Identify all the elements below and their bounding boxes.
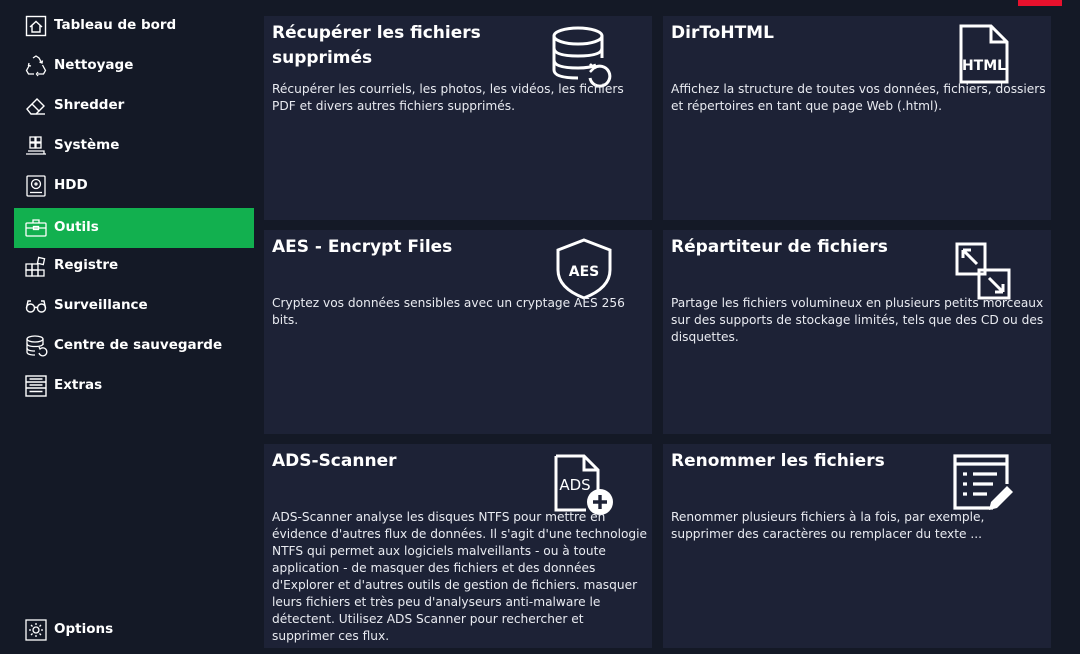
- tool-title: ADS-Scanner: [272, 451, 397, 471]
- tool-description: ADS-Scanner analyse les disques NTFS pou…: [272, 510, 648, 643]
- sidebar-item-label: HDD: [54, 177, 88, 193]
- toolbox-icon: [24, 216, 48, 240]
- backup-icon: [24, 334, 48, 358]
- sidebar-item-options[interactable]: Options: [14, 610, 254, 650]
- sidebar-item-label: Registre: [54, 257, 119, 273]
- eraser-icon: [24, 94, 48, 118]
- sidebar-item-label: Nettoyage: [54, 57, 134, 73]
- gear-icon: [24, 618, 48, 642]
- sidebar-item-outils[interactable]: Outils: [14, 208, 254, 248]
- tool-title: Répartiteur de fichiers: [671, 237, 888, 257]
- tool-card-recover-files[interactable]: Récupérer les fichiers supprimés Récupér…: [264, 16, 652, 220]
- aes-shield-icon: AES: [552, 236, 616, 300]
- sidebar-item-shredder[interactable]: Shredder: [14, 86, 254, 126]
- sidebar-item-extras[interactable]: Extras: [14, 366, 254, 406]
- tool-description: Affichez la structure de toutes vos donn…: [671, 82, 1046, 113]
- sidebar-item-label: Outils: [54, 219, 99, 235]
- tool-card-ads-scanner[interactable]: ADS-Scanner ADS ADS-Scanner analyse les …: [264, 444, 652, 648]
- tool-title: DirToHTML: [671, 23, 774, 43]
- window-close-accent[interactable]: [1018, 0, 1062, 6]
- sidebar-item-label: Système: [54, 137, 120, 153]
- sidebar: Tableau de bord Nettoyage Shredder Systè…: [14, 6, 254, 654]
- sidebar-item-label: Tableau de bord: [54, 17, 177, 33]
- sidebar-item-label: Surveillance: [54, 297, 148, 313]
- tool-description: Récupérer les courriels, les photos, les…: [272, 82, 624, 113]
- tool-description: Renommer plusieurs fichiers à la fois, p…: [671, 510, 985, 541]
- database-restore-icon: [550, 24, 614, 88]
- hdd-icon: [24, 174, 48, 198]
- tool-title: Renommer les fichiers: [671, 451, 885, 471]
- sidebar-item-surveillance[interactable]: Surveillance: [14, 286, 254, 326]
- registry-icon: [24, 254, 48, 278]
- sidebar-item-label: Shredder: [54, 97, 125, 113]
- sidebar-item-label: Centre de sauvegarde: [54, 337, 223, 353]
- sidebar-item-label: Extras: [54, 377, 103, 393]
- tool-description: Cryptez vos données sensibles avec un cr…: [272, 296, 625, 327]
- html-file-icon: HTML: [951, 22, 1015, 86]
- html-icon-text: HTML: [962, 58, 1006, 74]
- tool-card-file-splitter[interactable]: Répartiteur de fichiers Partage les fich…: [663, 230, 1051, 434]
- tool-card-dirtohtml[interactable]: DirToHTML HTML Affichez la structure de …: [663, 16, 1051, 220]
- tool-title: AES - Encrypt Files: [272, 237, 453, 257]
- rename-list-icon: [949, 452, 1013, 516]
- sidebar-item-systeme[interactable]: Système: [14, 126, 254, 166]
- sidebar-item-registre[interactable]: Registre: [14, 246, 254, 286]
- tool-title: Récupérer les fichiers supprimés: [272, 23, 481, 68]
- tool-card-rename-files[interactable]: Renommer les fichiers Renommer plusieurs…: [663, 444, 1051, 648]
- sidebar-item-centre-de-sauvegarde[interactable]: Centre de sauvegarde: [14, 326, 254, 366]
- sidebar-item-nettoyage[interactable]: Nettoyage: [14, 46, 254, 86]
- sidebar-item-label: Options: [54, 621, 114, 637]
- home-icon: [24, 14, 48, 38]
- extras-list-icon: [24, 374, 48, 398]
- sidebar-item-tableau-de-bord[interactable]: Tableau de bord: [14, 6, 254, 46]
- tool-description: Partage les fichiers volumineux en plusi…: [671, 296, 1044, 344]
- windows-icon: [24, 134, 48, 158]
- ads-file-add-icon: ADS: [550, 452, 614, 516]
- aes-icon-text: AES: [569, 264, 599, 280]
- recycle-icon: [24, 54, 48, 78]
- glasses-icon: [24, 294, 48, 318]
- tool-card-aes-encrypt[interactable]: AES - Encrypt Files AES Cryptez vos donn…: [264, 230, 652, 434]
- sidebar-item-hdd[interactable]: HDD: [14, 166, 254, 206]
- ads-icon-text: ADS: [559, 476, 590, 494]
